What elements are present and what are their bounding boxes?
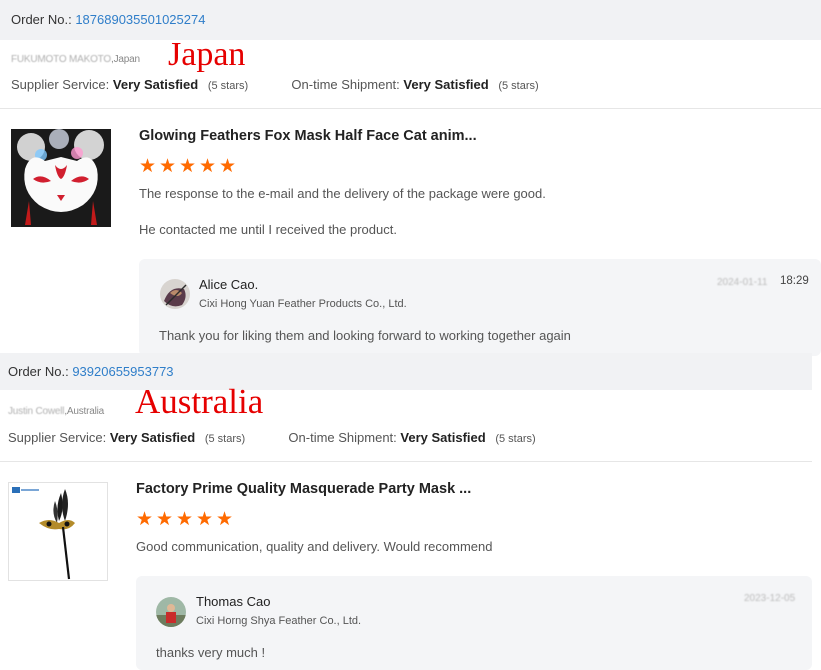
reply-time: 18:29 [780, 275, 809, 287]
supplier-reply: Thomas Cao Cixi Horng Shya Feather Co., … [136, 576, 812, 670]
country-annotation: Japan [168, 36, 246, 73]
star-icon: ★ [199, 156, 217, 177]
review-text: He contacted me until I received the pro… [139, 222, 397, 237]
order-label: Order No.: [8, 364, 69, 379]
star-icon: ★ [159, 156, 177, 177]
shipment-label: On-time Shipment: [288, 430, 397, 445]
replier-company: Cixi Horng Shya Feather Co., Ltd. [196, 615, 362, 627]
reply-date: 2024-01-11 [717, 277, 768, 288]
supplier-service-value: Very Satisfied [109, 430, 196, 445]
buyer-name: Justin Cowell [8, 406, 65, 417]
review-text: The response to the e-mail and the deliv… [139, 186, 546, 201]
supplier-service-value: Very Satisfied [112, 77, 199, 92]
order-label: Order No.: [11, 12, 72, 27]
ratings-row: Supplier Service: Very Satisfied (5 star… [8, 430, 536, 445]
country-annotation: Australia [135, 382, 264, 421]
star-icon: ★ [156, 509, 174, 530]
supplier-service-label: Supplier Service: [8, 430, 107, 445]
rating-stars: ★ ★ ★ ★ ★ [136, 509, 234, 530]
order-bar: Order No.: 187689035501025274 [0, 0, 821, 40]
shipment-stars: (5 stars) [498, 80, 539, 92]
avatar [160, 279, 190, 309]
reply-date: 2023-12-05 [744, 593, 796, 604]
replier-name: Alice Cao. [199, 277, 259, 292]
review-text: Good communication, quality and delivery… [136, 539, 493, 554]
product-title-link[interactable]: Factory Prime Quality Masquerade Party M… [136, 481, 471, 497]
rating-stars: ★ ★ ★ ★ ★ [139, 156, 237, 177]
order-number-link[interactable]: 187689035501025274 [75, 12, 205, 27]
divider [0, 108, 821, 109]
shipment-label: On-time Shipment: [291, 77, 400, 92]
shipment-value: Very Satisfied [400, 430, 486, 445]
buyer-name: FUKUMOTO MAKOTO [11, 54, 111, 65]
star-icon: ★ [196, 509, 214, 530]
reply-text: thanks very much ! [156, 645, 266, 660]
avatar [156, 597, 186, 627]
divider [0, 461, 812, 462]
star-icon: ★ [219, 156, 237, 177]
supplier-service-label: Supplier Service: [11, 77, 110, 92]
buyer-country: Japan [113, 54, 140, 65]
star-icon: ★ [139, 156, 157, 177]
buyer-info: Justin Cowell,Australia [8, 406, 105, 417]
replier-company: Cixi Hong Yuan Feather Products Co., Ltd… [199, 298, 407, 310]
supplier-service-stars: (5 stars) [204, 433, 246, 445]
star-icon: ★ [179, 156, 197, 177]
reply-text: Thank you for liking them and looking fo… [159, 328, 571, 343]
product-image[interactable] [8, 482, 108, 581]
star-icon: ★ [176, 509, 194, 530]
product-title-link[interactable]: Glowing Feathers Fox Mask Half Face Cat … [139, 128, 477, 144]
star-icon: ★ [136, 509, 154, 530]
order-bar: Order No.: 93920655953773 [0, 353, 812, 390]
replier-name: Thomas Cao [196, 594, 271, 609]
review-card: Order No.: 187689035501025274 FUKUMOTO M… [0, 0, 821, 356]
shipment-value: Very Satisfied [403, 77, 489, 92]
product-image[interactable] [11, 129, 111, 227]
star-icon: ★ [216, 509, 234, 530]
supplier-service-stars: (5 stars) [207, 80, 249, 92]
shipment-stars: (5 stars) [495, 433, 536, 445]
order-number-link[interactable]: 93920655953773 [72, 364, 173, 379]
buyer-country: Australia [66, 406, 105, 417]
review-card: Order No.: 93920655953773 Justin Cowell,… [0, 353, 812, 670]
supplier-reply: Alice Cao. Cixi Hong Yuan Feather Produc… [139, 259, 821, 356]
ratings-row: Supplier Service: Very Satisfied (5 star… [11, 77, 539, 92]
buyer-info: FUKUMOTO MAKOTO,Japan [11, 54, 140, 65]
